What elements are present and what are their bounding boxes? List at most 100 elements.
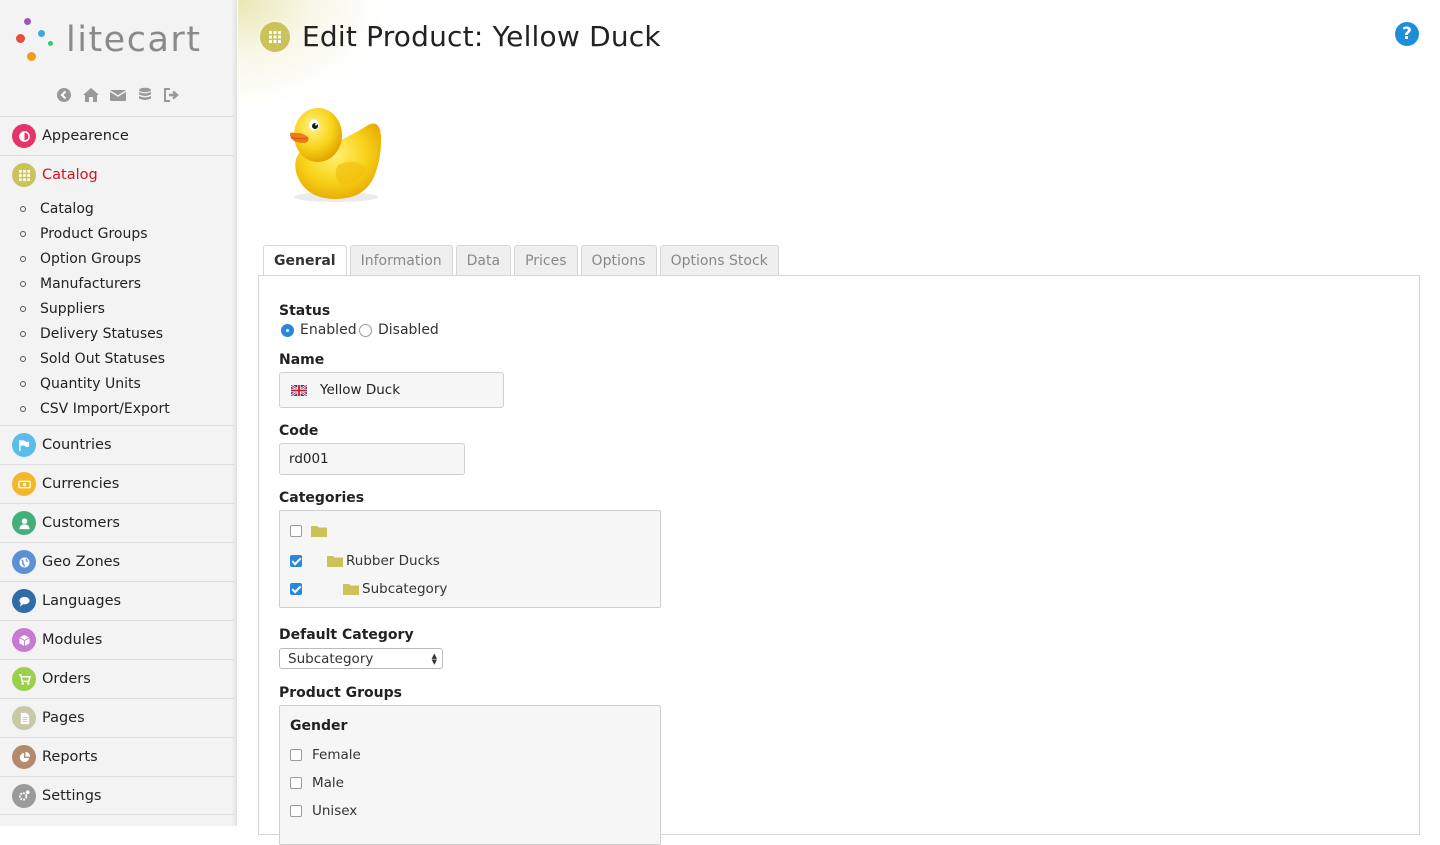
tab-information[interactable]: Information (349, 245, 453, 276)
code-field[interactable]: rd001 (279, 443, 465, 475)
bullet-icon (20, 230, 26, 237)
logo-dot (27, 52, 36, 61)
folder-icon (343, 584, 359, 595)
grid-icon (260, 21, 290, 52)
mail-icon[interactable] (109, 87, 127, 103)
sidebar-item-orders[interactable]: Orders (0, 659, 234, 698)
submenu-item-csv-import-export[interactable]: CSV Import/Export (0, 396, 234, 421)
submenu-label: Delivery Statuses (40, 325, 164, 342)
tab-general[interactable]: General (263, 245, 347, 276)
status-enabled-radio[interactable] (281, 323, 294, 337)
product-image (290, 108, 382, 202)
sidebar-item-catalog[interactable]: Catalog (0, 155, 234, 194)
money-icon (12, 472, 36, 496)
sidebar-item-languages[interactable]: Languages (0, 581, 234, 620)
code-value: rd001 (289, 451, 329, 467)
sidebar-item-label: Languages (42, 593, 122, 609)
product-group-checkbox[interactable] (290, 805, 302, 817)
back-icon[interactable] (55, 87, 73, 103)
sidebar-item-reports[interactable]: Reports (0, 737, 234, 776)
submenu-item-delivery-statuses[interactable]: Delivery Statuses (0, 321, 234, 346)
sidebar-item-customers[interactable]: Customers (0, 503, 234, 542)
submenu-item-quantity-units[interactable]: Quantity Units (0, 371, 234, 396)
home-icon[interactable] (82, 87, 100, 103)
category-checkbox[interactable] (290, 583, 302, 595)
tab-options[interactable]: Options (580, 245, 657, 276)
category-checkbox[interactable] (290, 525, 302, 537)
sidebar-item-label: Modules (42, 632, 103, 648)
flag-icon (12, 433, 36, 457)
sidebar-item-countries[interactable]: Countries (0, 425, 234, 464)
file-icon (12, 706, 36, 730)
bullet-icon (20, 380, 26, 387)
product-group-option-female: Female (290, 747, 361, 763)
logout-icon[interactable] (163, 87, 181, 103)
categories-box: Rubber Ducks Subcategory (279, 510, 661, 608)
status-enabled-option[interactable]: Enabled (281, 322, 357, 338)
default-category-value: Subcategory (288, 650, 374, 667)
sidebar-item-label: Geo Zones (42, 554, 121, 570)
submenu-item-sold-out-statuses[interactable]: Sold Out Statuses (0, 346, 234, 371)
help-icon[interactable]: ? (1395, 22, 1419, 46)
sidebar-item-settings[interactable]: Settings (0, 776, 234, 815)
tab-prices[interactable]: Prices (514, 245, 578, 276)
bullet-icon (20, 205, 26, 212)
sidebar-item-label: Catalog (42, 167, 98, 183)
name-label: Name (279, 352, 325, 368)
cart-icon (12, 667, 36, 691)
product-group-value: Male (312, 775, 344, 791)
sidebar-item-label: Orders (42, 671, 91, 687)
grid-icon (12, 163, 36, 187)
logo-dot (48, 41, 53, 46)
submenu-label: Catalog (40, 200, 94, 217)
uk-flag-icon (291, 384, 307, 396)
logo-dot (38, 30, 45, 37)
product-group-checkbox[interactable] (290, 777, 302, 789)
submenu-item-manufacturers[interactable]: Manufacturers (0, 271, 234, 296)
logo-dot (16, 34, 25, 43)
bullet-icon (20, 405, 26, 412)
category-checkbox[interactable] (290, 555, 302, 567)
user-icon (12, 511, 36, 535)
sidebar-item-modules[interactable]: Modules (0, 620, 234, 659)
category-row-root (290, 525, 330, 537)
name-field[interactable]: Yellow Duck (279, 372, 504, 408)
cube-icon (12, 628, 36, 652)
status-disabled-option[interactable]: Disabled (359, 322, 439, 338)
sidebar-item-currencies[interactable]: Currencies (0, 464, 234, 503)
tab-bar: General Information Data Prices Options … (263, 245, 779, 276)
tab-options-stock[interactable]: Options Stock (659, 245, 779, 276)
category-row-rubber-ducks: Rubber Ducks (290, 553, 440, 569)
select-arrows-icon: ▲ ▼ (431, 652, 437, 666)
product-group-title: Gender (290, 718, 348, 734)
bullet-icon (20, 280, 26, 287)
database-icon[interactable] (136, 87, 154, 103)
page-header: Edit Product: Yellow Duck (260, 20, 661, 53)
submenu-item-product-groups[interactable]: Product Groups (0, 221, 234, 246)
categories-label: Categories (279, 490, 365, 506)
product-group-option-unisex: Unisex (290, 803, 357, 819)
product-group-value: Unisex (312, 803, 358, 819)
sidebar-item-label: Appearence (42, 128, 129, 144)
code-label: Code (279, 423, 319, 439)
logo-text: litecart (66, 20, 202, 60)
catalog-submenu: Catalog Product Groups Option Groups Man… (0, 194, 234, 425)
status-disabled-radio[interactable] (359, 323, 372, 337)
category-name: Rubber Ducks (346, 553, 440, 569)
bullet-icon (20, 355, 26, 362)
submenu-item-suppliers[interactable]: Suppliers (0, 296, 234, 321)
sidebar-item-pages[interactable]: Pages (0, 698, 234, 737)
submenu-item-option-groups[interactable]: Option Groups (0, 246, 234, 271)
submenu-item-catalog[interactable]: Catalog (0, 196, 234, 221)
product-group-checkbox[interactable] (290, 749, 302, 761)
product-group-option-male: Male (290, 775, 344, 791)
product-groups-box: Gender Female Male Unisex (279, 705, 661, 845)
sidebar-item-appearence[interactable]: Appearence (0, 116, 234, 155)
litecart-logo[interactable]: litecart (14, 16, 229, 68)
comments-icon (12, 589, 36, 613)
sidebar-shortcuts (55, 87, 181, 103)
tab-data[interactable]: Data (455, 245, 512, 276)
sidebar-item-geo-zones[interactable]: Geo Zones (0, 542, 234, 581)
default-category-select[interactable]: Subcategory ▲ ▼ (279, 648, 443, 669)
product-groups-label: Product Groups (279, 685, 402, 701)
